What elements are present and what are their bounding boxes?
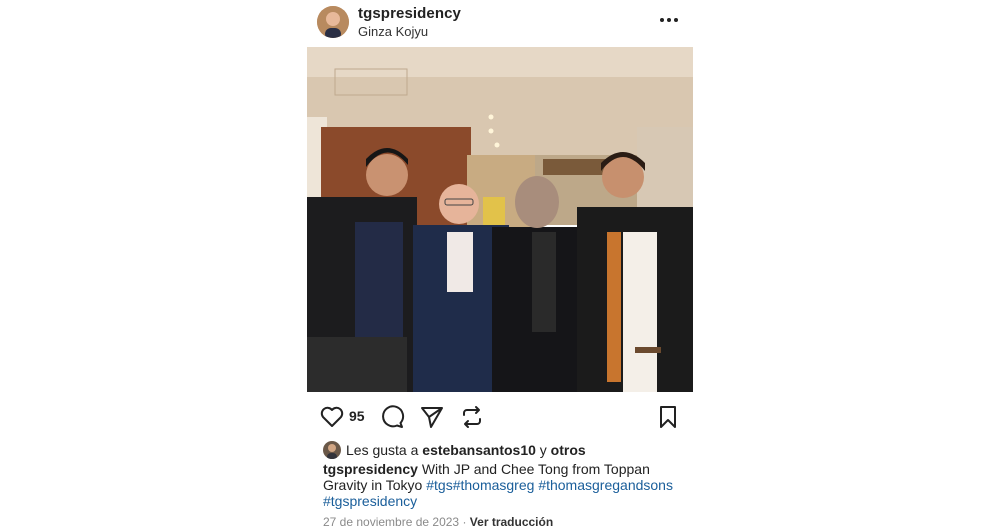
liked-by-avatar[interactable] — [323, 441, 341, 459]
liked-by-others[interactable]: otros — [551, 442, 586, 458]
caption-username[interactable]: tgspresidency — [323, 461, 418, 477]
see-translation-link[interactable]: Ver traducción — [470, 515, 553, 529]
meta-separator: · — [462, 515, 467, 529]
repost-icon[interactable] — [459, 404, 485, 430]
hashtag-link[interactable]: #tgspresidency — [323, 493, 417, 509]
bookmark-icon[interactable] — [655, 404, 681, 430]
profile-avatar[interactable] — [317, 6, 349, 38]
liked-by-line: Les gusta a estebansantos10 y otros — [323, 440, 586, 460]
liked-by-user[interactable]: estebansantos10 — [422, 442, 536, 458]
more-options-icon[interactable] — [657, 8, 681, 32]
post-card: tgspresidency Ginza Kojyu 95 Les gusta a… — [307, 0, 693, 530]
post-caption: tgspresidency With JP and Chee Tong from… — [323, 461, 673, 509]
heart-icon[interactable] — [319, 404, 345, 430]
hashtag-link[interactable]: #thomasgregandsons — [538, 477, 673, 493]
liked-by-prefix: Les gusta a — [346, 442, 419, 458]
post-photo[interactable] — [307, 47, 693, 392]
send-icon[interactable] — [419, 404, 445, 430]
likes-count[interactable]: 95 — [349, 408, 365, 424]
post-actions: 95 — [307, 392, 693, 438]
comment-icon[interactable] — [379, 404, 405, 430]
post-location[interactable]: Ginza Kojyu — [358, 24, 428, 39]
post-meta: 27 de noviembre de 2023 · Ver traducción — [323, 515, 553, 529]
post-date: 27 de noviembre de 2023 — [323, 515, 460, 529]
liked-by-joiner: y — [539, 442, 547, 458]
post-header: tgspresidency Ginza Kojyu — [307, 0, 693, 46]
post-username[interactable]: tgspresidency — [358, 5, 461, 22]
hashtag-link[interactable]: #thomasgreg — [453, 477, 535, 493]
hashtag-link[interactable]: #tgs — [426, 477, 452, 493]
